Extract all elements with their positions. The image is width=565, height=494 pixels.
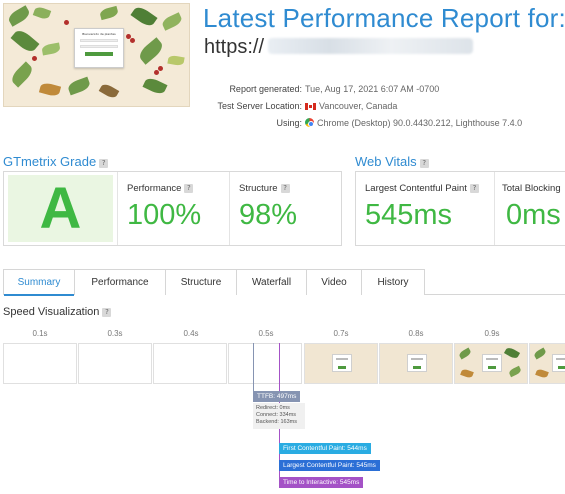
time-tick: 0.4s <box>183 329 199 338</box>
structure-metric: Structure? 98% <box>229 172 341 245</box>
filmstrip-frame[interactable] <box>78 343 152 384</box>
help-icon[interactable]: ? <box>102 308 112 317</box>
help-icon[interactable]: ? <box>184 184 194 193</box>
help-icon[interactable]: ? <box>469 184 479 193</box>
web-vitals-panel: Largest Contentful Paint? 545ms Total Bl… <box>355 171 565 246</box>
tbt-metric: Total Blocking 0ms <box>494 172 565 245</box>
time-tick: 0.5s <box>258 329 274 338</box>
filmstrip-frame[interactable] <box>379 343 453 384</box>
report-url[interactable]: https:// <box>204 36 474 59</box>
metric-label: Largest Contentful Paint? <box>365 183 479 194</box>
help-icon[interactable]: ? <box>419 159 429 168</box>
performance-score: 100% <box>127 199 202 231</box>
gtmetrix-grade-panel: A Performance? 100% Structure? 98% <box>3 171 342 246</box>
time-tick: 0.7s <box>333 329 349 338</box>
speed-visualization-heading: Speed Visualization? <box>3 306 112 318</box>
report-tabs: Summary Performance Structure Waterfall … <box>3 269 565 296</box>
tab-performance[interactable]: Performance <box>75 269 166 295</box>
lcp-value: 545ms <box>365 199 453 231</box>
login-card-preview: Bienvenido de plantas <box>74 28 124 68</box>
meta-server-location: Test Server Location: Vancouver, Canada <box>0 99 565 113</box>
filmstrip-frame[interactable] <box>3 343 77 384</box>
redacted-url <box>268 38 474 54</box>
structure-score: 98% <box>239 199 298 231</box>
grade-box: A <box>8 175 113 242</box>
tti-marker[interactable]: Time to Interactive: 545ms <box>279 477 364 488</box>
tab-history[interactable]: History <box>362 269 425 295</box>
help-icon[interactable]: ? <box>280 184 290 193</box>
canada-flag-icon <box>305 103 316 110</box>
metric-label: Performance? <box>127 183 194 194</box>
performance-metric: Performance? 100% <box>117 172 229 245</box>
filmstrip-frame[interactable] <box>228 343 302 384</box>
time-tick: 0.1s <box>32 329 48 338</box>
gtmetrix-grade-heading: GTmetrix Grade? <box>3 154 109 169</box>
tab-video[interactable]: Video <box>307 269 362 295</box>
help-icon[interactable]: ? <box>99 159 109 168</box>
meta-value: Vancouver, Canada <box>319 101 398 111</box>
tab-structure[interactable]: Structure <box>166 269 237 295</box>
time-tick: 0.9s <box>484 329 500 338</box>
meta-value: Chrome (Desktop) 90.0.4430.212, Lighthou… <box>317 118 523 128</box>
tab-summary[interactable]: Summary <box>3 269 75 296</box>
card-title: Bienvenido de plantas <box>82 32 116 36</box>
web-vitals-heading: Web Vitals? <box>355 154 429 169</box>
fcp-marker[interactable]: First Contentful Paint: 544ms <box>279 443 371 454</box>
ttfb-line <box>253 343 254 393</box>
grade-letter: A <box>39 176 82 241</box>
time-tick: 0.3s <box>107 329 123 338</box>
lcp-marker[interactable]: Largest Contentful Paint: 545ms <box>279 460 380 471</box>
time-tick: 0.8s <box>408 329 424 338</box>
chrome-icon <box>305 118 314 127</box>
lcp-metric: Largest Contentful Paint? 545ms <box>356 172 494 245</box>
metric-label: Structure? <box>239 183 290 194</box>
meta-using: Using: Chrome (Desktop) 90.0.4430.212, L… <box>0 116 565 130</box>
filmstrip-frame[interactable] <box>454 343 528 384</box>
meta-label: Report generated: <box>229 84 302 94</box>
filmstrip-frame[interactable] <box>304 343 378 384</box>
ttfb-marker[interactable]: TTFB: 497ms <box>253 391 301 402</box>
filmstrip-frame[interactable] <box>529 343 565 384</box>
meta-label: Test Server Location: <box>217 101 302 111</box>
meta-value: Tue, Aug 17, 2021 6:07 AM -0700 <box>305 84 440 94</box>
url-prefix: https:// <box>204 36 265 58</box>
filmstrip-frame[interactable] <box>153 343 227 384</box>
tab-waterfall[interactable]: Waterfall <box>237 269 307 295</box>
metric-label: Total Blocking <box>502 183 561 194</box>
meta-label: Using: <box>276 118 302 128</box>
tbt-value: 0ms <box>506 199 561 231</box>
meta-report-generated: Report generated: Tue, Aug 17, 2021 6:07… <box>0 82 565 96</box>
ttfb-breakdown: Redirect: 0ms Connect: 334ms Backend: 16… <box>253 403 305 429</box>
report-title: Latest Performance Report for: <box>203 3 565 33</box>
